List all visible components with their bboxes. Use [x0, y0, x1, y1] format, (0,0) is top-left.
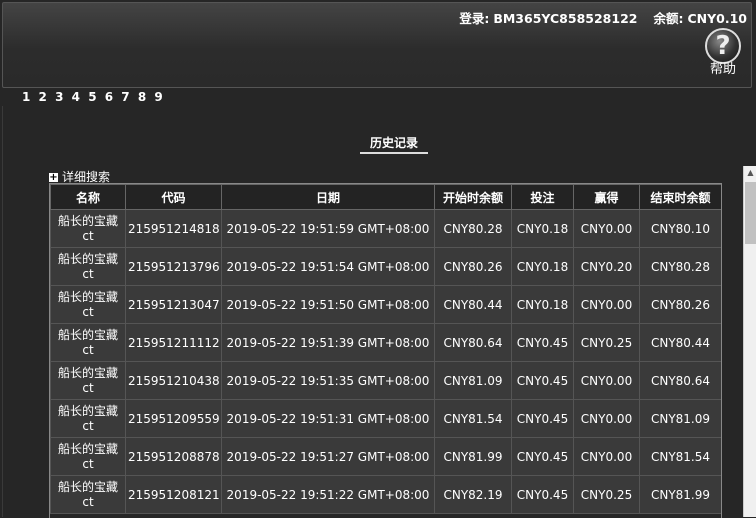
page-link[interactable]: 8 [138, 90, 146, 104]
table-cell: CNY80.10 [639, 209, 721, 248]
column-header: 投注 [511, 184, 574, 210]
table-cell: 2019-05-22 19:51:31 GMT+08:00 [221, 399, 435, 438]
login-label: 登录: [459, 11, 490, 26]
account-info: 登录: BM365YC858528122 余额: CNY0.10 [455, 8, 747, 27]
table-cell: CNY81.99 [434, 437, 512, 476]
table-cell: CNY80.28 [434, 209, 512, 248]
table-cell: 215951214818 [125, 209, 222, 248]
table-cell: 215951213047 [125, 285, 222, 324]
tab-history[interactable]: 历史记录 [360, 134, 428, 154]
table-cell: 215951208121 [125, 475, 222, 514]
table-row[interactable]: 船长的宝藏ct 215951210438 2019-05-22 19:51:35 G… [50, 361, 721, 400]
table-cell: CNY0.25 [573, 323, 640, 362]
page-link[interactable]: 7 [121, 90, 129, 104]
table-cell: CNY0.45 [511, 323, 574, 362]
table-cell: CNY0.00 [573, 285, 640, 324]
table-cell: 船长的宝藏ct [50, 209, 126, 248]
table-cell: CNY82.19 [434, 475, 512, 514]
table-cell: 2019-05-22 19:51:35 GMT+08:00 [221, 361, 435, 400]
table-cell: 2019-05-22 19:51:22 GMT+08:00 [221, 475, 435, 514]
table-cell: CNY0.00 [573, 361, 640, 400]
table-cell: CNY0.18 [511, 209, 574, 248]
column-header: 结束时余额 [639, 184, 721, 210]
advanced-search-label: 详细搜索 [62, 170, 111, 184]
table-cell: CNY81.09 [434, 361, 512, 400]
history-table: 名称 代码 日期 开始时余额 投注 赢得 结束时余额 船长的宝藏ct 215951214818… [49, 183, 722, 518]
vertical-scrollbar[interactable]: ▲ [743, 166, 756, 517]
table-cell: 船长的宝藏ct [50, 437, 126, 476]
table-cell: 船长的宝藏ct [50, 285, 126, 324]
page-link[interactable]: 5 [88, 90, 96, 104]
page-link[interactable]: 4 [72, 90, 80, 104]
column-header: 开始时余额 [434, 184, 512, 210]
table-row[interactable]: 船长的宝藏ct 215951211112 2019-05-22 19:51:39 G… [50, 323, 721, 362]
page-link[interactable]: 9 [154, 90, 162, 104]
help-label: 帮助 [709, 62, 736, 77]
pagination: 1 2 3 4 5 6 7 8 9 [22, 90, 167, 104]
chevron-up-icon[interactable]: ▲ [744, 166, 756, 180]
table-row[interactable]: 船长的宝藏ct 215951208878 2019-05-22 19:51:27 G… [50, 437, 721, 476]
table-cell: CNY0.25 [573, 475, 640, 514]
table-cell: CNY80.44 [639, 323, 721, 362]
column-header: 名称 [50, 184, 126, 210]
table-cell: CNY0.45 [511, 399, 574, 438]
page-link[interactable]: 6 [105, 90, 113, 104]
table-cell: CNY0.00 [573, 209, 640, 248]
table-cell: CNY80.64 [434, 323, 512, 362]
top-header: 登录: BM365YC858528122 余额: CNY0.10 ? 帮助 [2, 2, 752, 88]
table-cell: CNY0.18 [511, 285, 574, 324]
table-cell: 2019-05-22 19:51:54 GMT+08:00 [221, 247, 435, 286]
table-cell: 船长的宝藏ct [50, 247, 126, 286]
table-cell: CNY80.28 [639, 247, 721, 286]
table-row[interactable]: 船长的宝藏ct 215951213796 2019-05-22 19:51:54 G… [50, 247, 721, 286]
table-cell: CNY80.44 [434, 285, 512, 324]
table-cell: CNY0.00 [573, 399, 640, 438]
table-row[interactable]: 船长的宝藏ct 215951208121 2019-05-22 19:51:22 G… [50, 475, 721, 514]
table-cell: CNY0.45 [511, 437, 574, 476]
table-row[interactable]: 船长的宝藏ct 215951213047 2019-05-22 19:51:50 G… [50, 285, 721, 324]
table-cell: CNY81.54 [639, 437, 721, 476]
table-cell: CNY81.99 [639, 475, 721, 514]
table-cell: 215951208878 [125, 437, 222, 476]
column-header: 代码 [125, 184, 222, 210]
column-header: 赢得 [573, 184, 640, 210]
help-button[interactable]: ? 帮助 [701, 28, 745, 80]
table-cell: 215951213796 [125, 247, 222, 286]
table-cell: 215951209559 [125, 399, 222, 438]
page-link[interactable]: 3 [55, 90, 63, 104]
column-header: 日期 [221, 184, 435, 210]
page-link[interactable]: 1 [22, 90, 30, 104]
login-id: BM365YC858528122 [493, 11, 638, 26]
table-cell: 船长的宝藏ct [50, 399, 126, 438]
history-panel: 历史记录 + 详细搜索 名称 代码 日期 开始时余额 投注 赢得 结束时余额 船长的宝藏ct 2… [2, 106, 756, 518]
table-header-row: 名称 代码 日期 开始时余额 投注 赢得 结束时余额 [50, 184, 721, 210]
table-cell: CNY0.18 [511, 247, 574, 286]
table-cell: CNY80.64 [639, 361, 721, 400]
table-cell: 215951211112 [125, 323, 222, 362]
table-cell: CNY81.09 [639, 399, 721, 438]
table-cell: CNY81.54 [434, 399, 512, 438]
balance-label: 余额: [653, 11, 684, 26]
table-cell: 船长的宝藏ct [50, 475, 126, 514]
balance-value: CNY0.10 [687, 11, 747, 26]
table-cell: 2019-05-22 19:51:27 GMT+08:00 [221, 437, 435, 476]
table-cell: CNY0.00 [573, 437, 640, 476]
table-cell: CNY0.45 [511, 361, 574, 400]
table-cell: 2019-05-22 19:51:39 GMT+08:00 [221, 323, 435, 362]
page-link[interactable]: 2 [39, 90, 47, 104]
plus-icon: + [49, 172, 58, 183]
table-row[interactable]: 船长的宝藏ct 215951209559 2019-05-22 19:51:31 G… [50, 399, 721, 438]
table-cell: 2019-05-22 19:51:50 GMT+08:00 [221, 285, 435, 324]
table-cell: CNY0.20 [573, 247, 640, 286]
table-cell: 2019-05-22 19:51:59 GMT+08:00 [221, 209, 435, 248]
table-cell: 船长的宝藏ct [50, 323, 126, 362]
table-cell: CNY80.26 [434, 247, 512, 286]
table-cell: 215951210438 [125, 361, 222, 400]
table-row[interactable]: 船长的宝藏ct 215951214818 2019-05-22 19:51:59 G… [50, 209, 721, 248]
scroll-thumb[interactable] [745, 182, 756, 244]
table-cell: CNY80.26 [639, 285, 721, 324]
table-cell: 船长的宝藏ct [50, 361, 126, 400]
table-cell: CNY0.45 [511, 475, 574, 514]
